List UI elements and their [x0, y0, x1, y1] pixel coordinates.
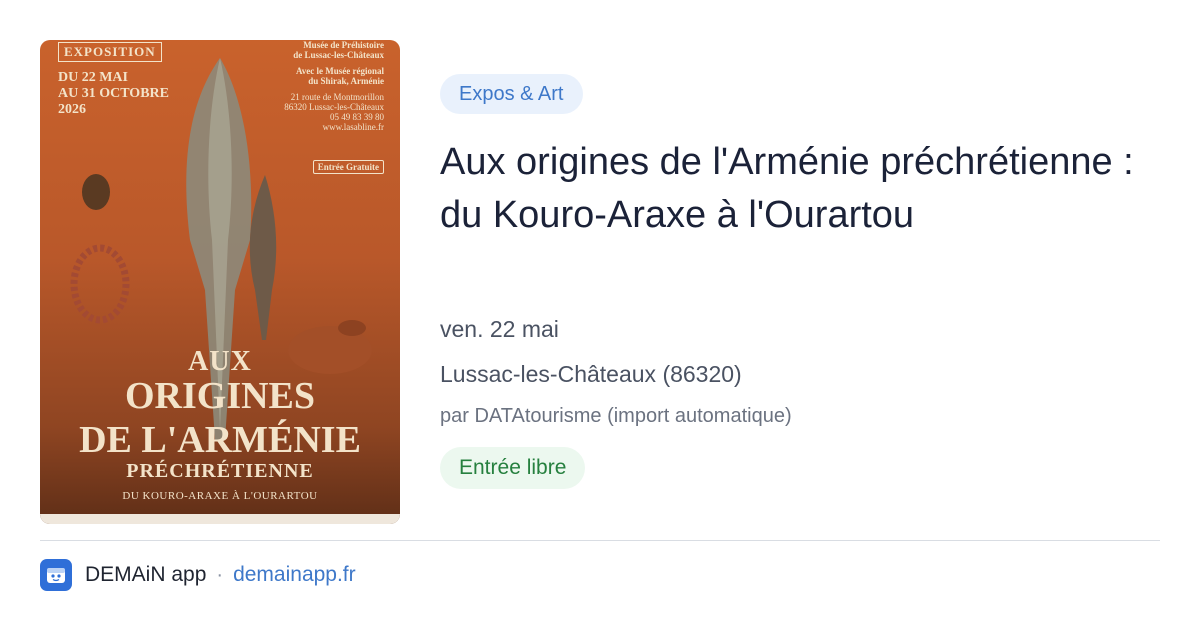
app-name: DEMAiN app [85, 563, 207, 586]
category-tag[interactable]: Expos & Art [440, 74, 583, 114]
footer-divider [40, 540, 1160, 541]
poster-partner-line: Avec le Musée régional [295, 66, 384, 76]
site-link[interactable]: demainapp.fr [233, 563, 356, 587]
poster-dates: DU 22 MAI AU 31 OCTOBRE 2026 [58, 70, 169, 118]
event-title[interactable]: Aux origines de l'Arménie préchrétienne … [440, 136, 1140, 242]
poster-date-line: AU 31 OCTOBRE [58, 86, 169, 101]
event-poster-image[interactable]: EXPOSITION DU 22 MAI AU 31 OCTOBRE 2026 … [40, 40, 400, 524]
poster-entree-label: Entrée Gratuite [312, 160, 384, 174]
poster-partner-logos [40, 514, 400, 524]
poster-museum-info: Musée de Préhistoire de Lussac-les-Châte… [234, 40, 384, 132]
poster-title-line: DE L'ARMÉNIE [79, 419, 361, 461]
poster-partner-line: du Shirak, Arménie [308, 76, 384, 86]
poster-museum-line: Musée de Préhistoire [303, 40, 384, 50]
event-date: ven. 22 mai [440, 316, 559, 342]
poster-subtitle: DU KOURO-ARAXE À L'OURARTOU [122, 490, 318, 502]
poster-address-line: www.lasabline.fr [322, 122, 384, 132]
poster-title-line: PRÉCHRÉTIENNE [126, 460, 314, 482]
poster-address-line: 86320 Lussac-les-Châteaux [284, 102, 384, 112]
event-source: par DATAtourisme (import automatique) [440, 405, 792, 427]
poster-address-line: 21 route de Montmorillon [290, 92, 384, 102]
price-badge: Entrée libre [440, 447, 586, 489]
poster-expo-label: EXPOSITION [58, 42, 162, 62]
poster-address-line: 05 49 83 39 80 [330, 112, 384, 122]
poster-date-line: DU 22 MAI [58, 70, 128, 85]
footer: DEMAiN app · demainapp.fr [40, 558, 356, 592]
event-location: Lussac-les-Châteaux (86320) [440, 361, 742, 387]
poster-museum-line: de Lussac-les-Châteaux [293, 50, 384, 60]
separator: · [216, 563, 224, 586]
poster-title-line: ORIGINES [124, 375, 316, 417]
app-logo-icon [40, 559, 72, 591]
poster-date-line: 2026 [58, 102, 86, 117]
